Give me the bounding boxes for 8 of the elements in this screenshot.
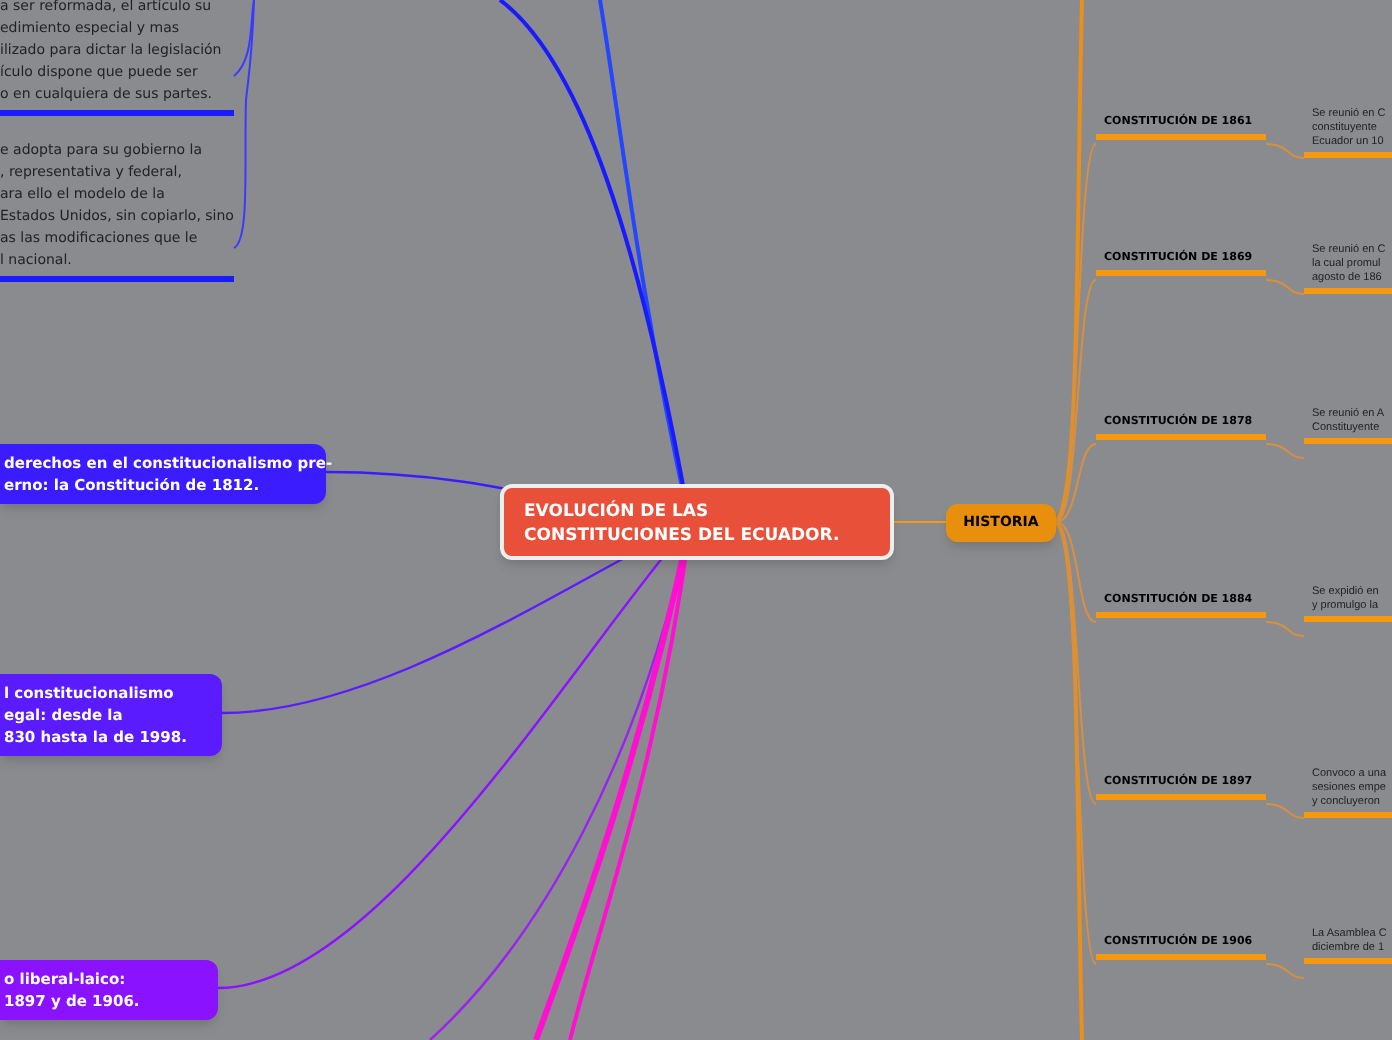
connector-line: [1265, 621, 1305, 637]
connector-line: [893, 521, 947, 523]
connector-line: [1265, 963, 1305, 979]
connector-line: [1265, 143, 1305, 159]
connector-line: [1265, 279, 1305, 295]
connector-line: [1265, 443, 1305, 459]
connector-line: [1265, 803, 1305, 819]
central-topic[interactable]: EVOLUCIÓN DE LAS CONSTITUCIONES DEL ECUADOR.: [500, 484, 894, 560]
